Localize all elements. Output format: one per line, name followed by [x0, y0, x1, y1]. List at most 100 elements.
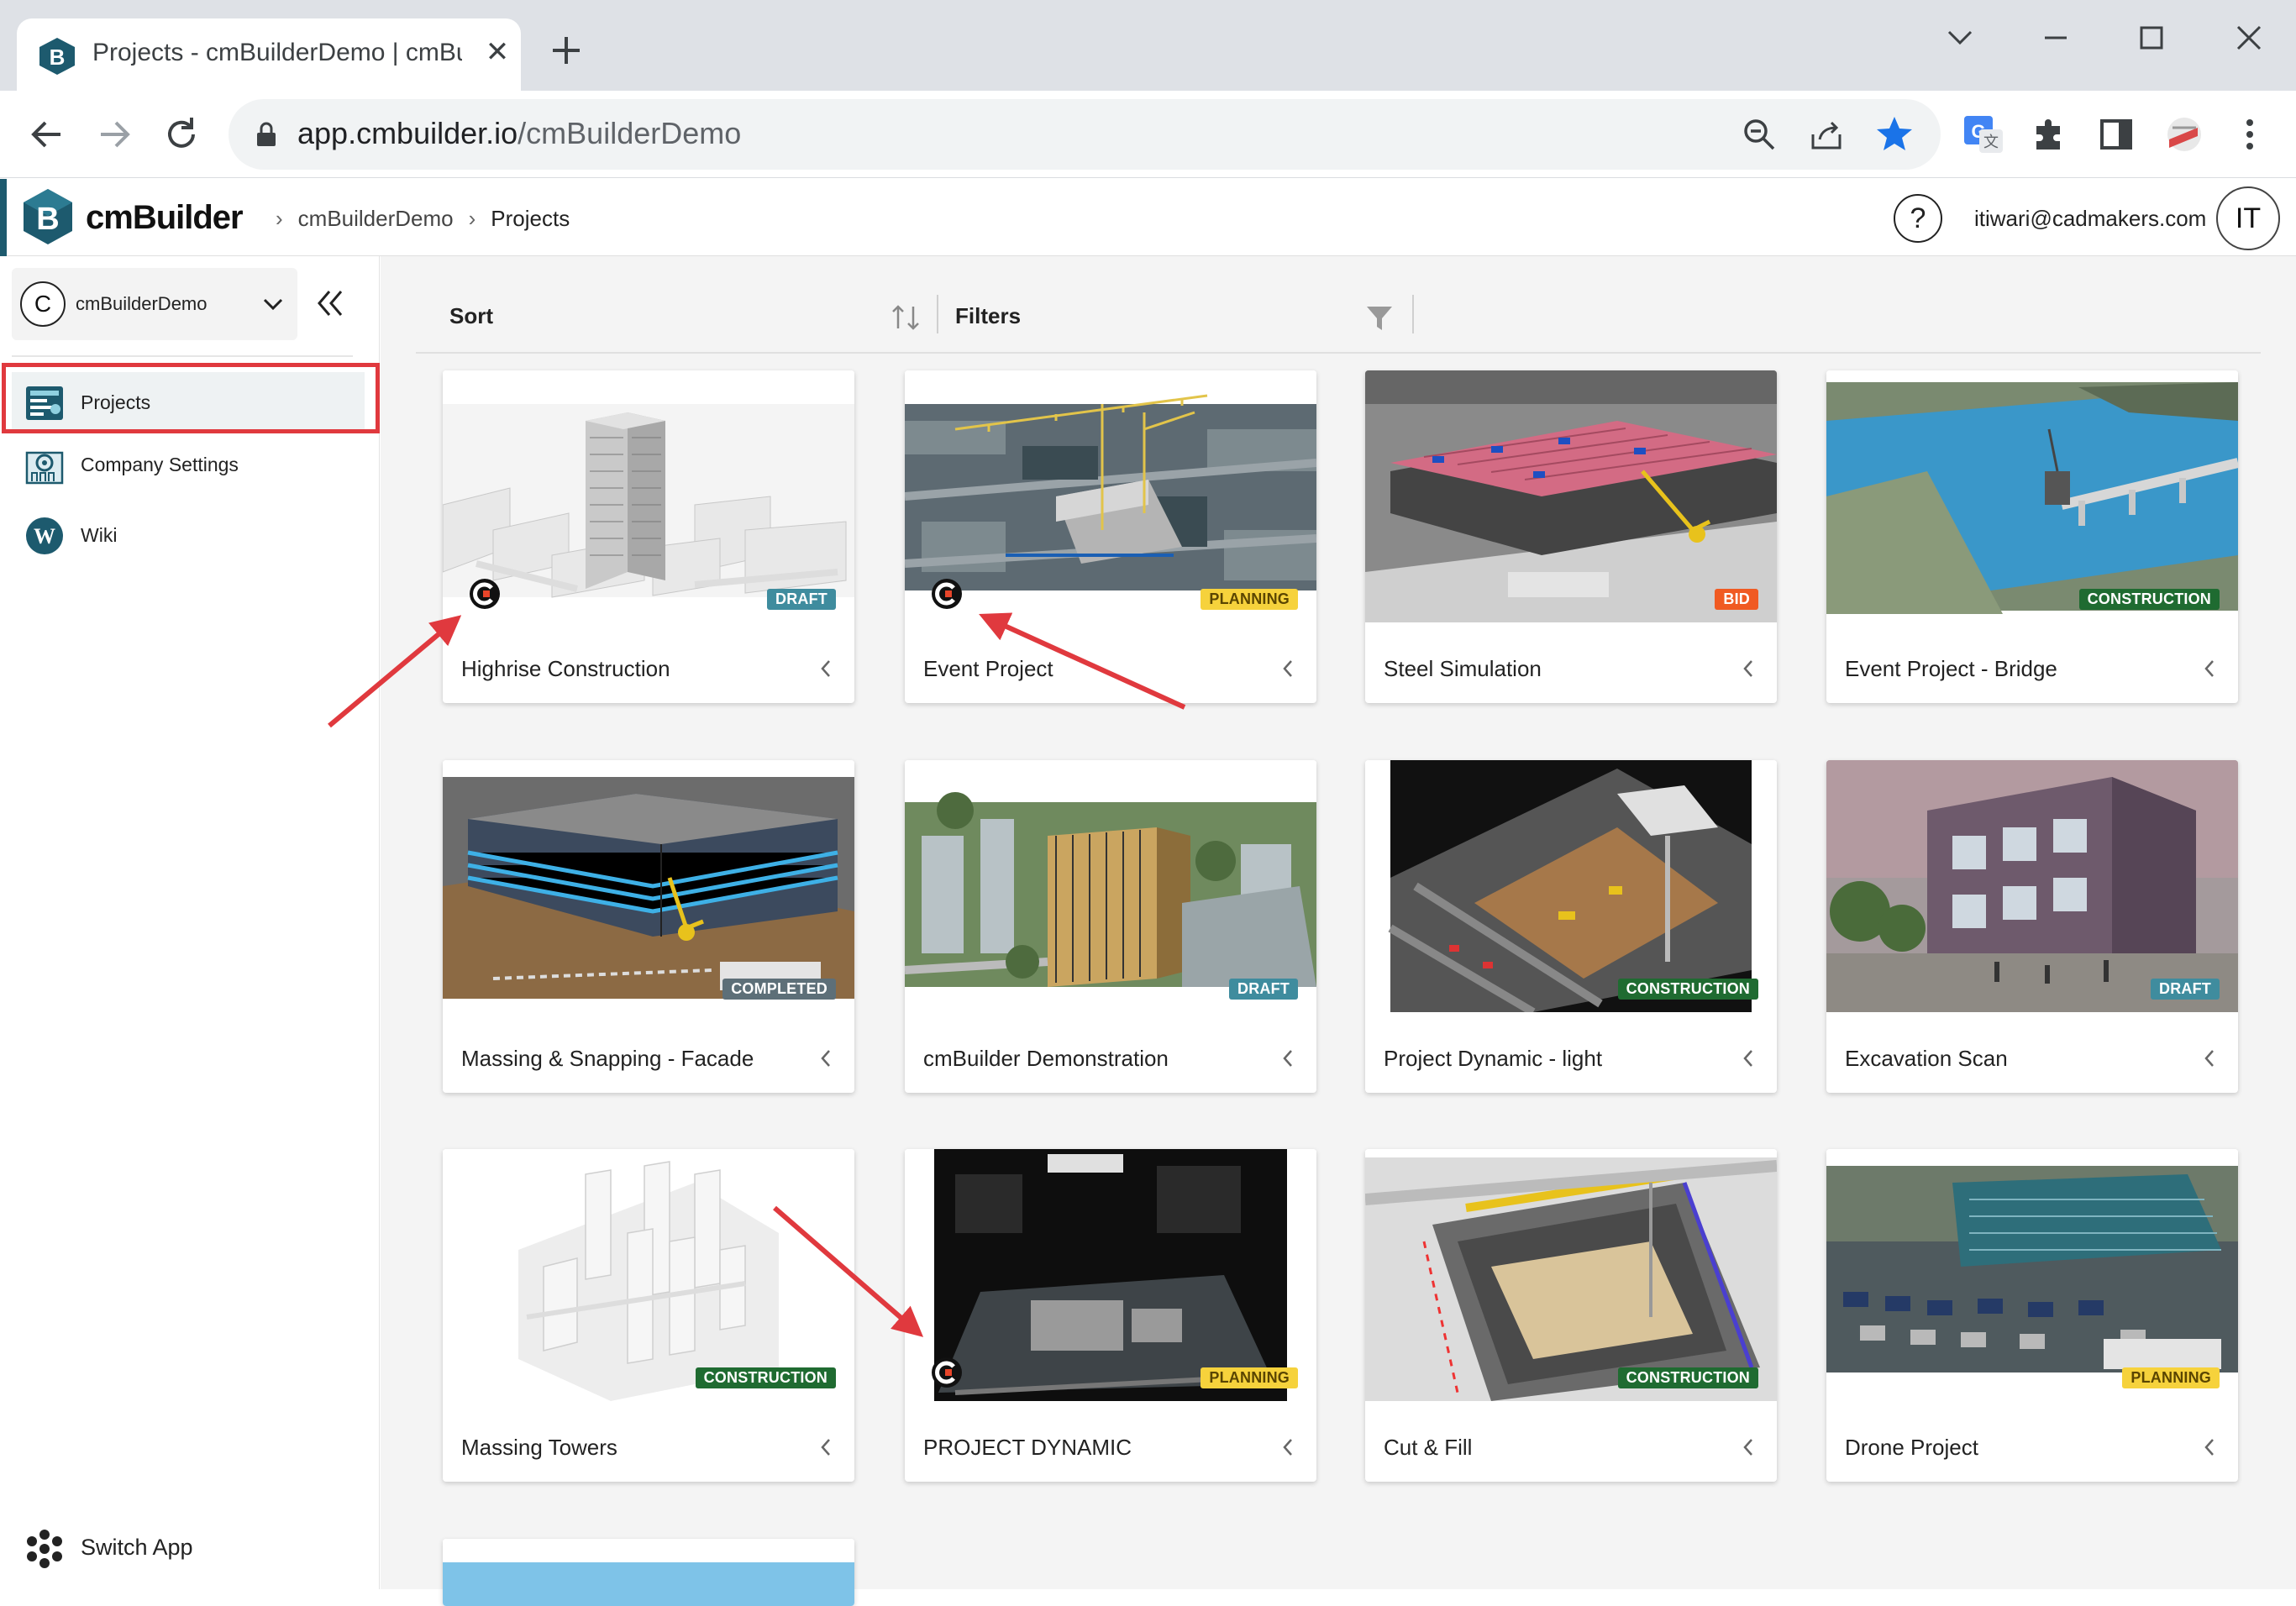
wiki-icon: W: [26, 517, 63, 554]
switch-app-label: Switch App: [81, 1535, 193, 1560]
chevron-left-icon[interactable]: [1738, 1046, 1758, 1071]
browser-menu-icon[interactable]: [2226, 111, 2273, 158]
close-window-icon[interactable]: [2226, 15, 2272, 60]
project-card[interactable]: PLANNING Event Project: [905, 370, 1316, 703]
chevron-left-icon[interactable]: [1278, 1046, 1298, 1071]
chevron-left-icon[interactable]: [816, 1046, 836, 1071]
company-settings-icon: [25, 451, 64, 485]
org-badge: C: [20, 281, 66, 327]
chevron-left-icon[interactable]: [2199, 656, 2220, 681]
project-thumbnail: [443, 370, 854, 622]
project-card[interactable]: PLANNING Drone Project: [1826, 1149, 2238, 1482]
status-badge: CONSTRUCTION: [695, 1367, 836, 1388]
address-bar[interactable]: app.cmbuilder.io/cmBuilderDemo: [229, 99, 1941, 170]
status-badge: PLANNING: [2122, 1367, 2220, 1388]
status-badge: DRAFT: [1229, 979, 1298, 1000]
project-card[interactable]: DRAFT cmBuilder Demonstration: [905, 760, 1316, 1093]
browser-tab-strip: B Projects - cmBuilderDemo | cmBu ✕: [0, 0, 2296, 91]
reload-icon[interactable]: [158, 111, 205, 158]
cm-logo-icon: [470, 579, 500, 609]
sidebar-item-company-settings[interactable]: Company Settings: [12, 434, 365, 495]
sidebar-item-label: Wiki: [81, 524, 118, 546]
breadcrumb-chevron-icon: ›: [276, 206, 283, 231]
organization-select[interactable]: C cmBuilderDemo: [12, 268, 297, 340]
status-badge: BID: [1715, 589, 1758, 610]
switch-app-icon: [27, 1530, 62, 1568]
breadcrumb-org[interactable]: cmBuilderDemo: [298, 206, 454, 232]
maximize-icon[interactable]: [2129, 15, 2174, 60]
extensions-icon[interactable]: [2026, 111, 2073, 158]
sidebar-item-label: Company Settings: [81, 454, 239, 475]
project-thumbnail: [1826, 760, 2238, 1012]
minimize-icon[interactable]: [2033, 15, 2078, 60]
divider: [1412, 295, 1414, 333]
chevron-left-icon[interactable]: [1278, 656, 1298, 681]
breadcrumb-current: Projects: [491, 206, 570, 231]
switch-app-button[interactable]: Switch App: [24, 1523, 276, 1573]
project-thumbnail: [905, 760, 1316, 1012]
tab-title: Projects - cmBuilderDemo | cmBu: [92, 39, 462, 66]
logo-text[interactable]: cmBuilder: [86, 199, 244, 237]
profile-extension-icon[interactable]: [2161, 111, 2208, 158]
filter-funnel-icon[interactable]: [1365, 305, 1394, 332]
status-badge: DRAFT: [2151, 979, 2220, 1000]
zoom-out-icon[interactable]: [1741, 116, 1778, 153]
close-tab-icon[interactable]: ✕: [481, 35, 514, 69]
svg-text:W: W: [34, 524, 55, 548]
project-thumbnail: [1365, 1149, 1777, 1401]
project-name: Steel Simulation: [1384, 656, 1542, 681]
share-icon[interactable]: [1808, 116, 1845, 153]
project-card[interactable]: CONSTRUCTION Event Project - Bridge: [1826, 370, 2238, 703]
project-name: Massing Towers: [461, 1435, 617, 1460]
chevron-left-icon[interactable]: [1738, 1435, 1758, 1460]
chevron-left-icon[interactable]: [816, 1435, 836, 1460]
status-badge: CONSTRUCTION: [1617, 1367, 1758, 1388]
sidebar-item-label: Projects: [81, 391, 151, 413]
status-badge: PLANNING: [1201, 1367, 1298, 1388]
sort-label[interactable]: Sort: [449, 303, 493, 329]
project-card[interactable]: [443, 1539, 854, 1606]
project-name: Cut & Fill: [1384, 1435, 1473, 1460]
filters-label[interactable]: Filters: [955, 303, 1021, 329]
project-card[interactable]: CONSTRUCTION Massing Towers: [443, 1149, 854, 1482]
sidebar-item-projects[interactable]: Projects: [12, 372, 365, 433]
browser-tab[interactable]: B Projects - cmBuilderDemo | cmBu ✕: [17, 18, 521, 91]
project-card[interactable]: COMPLETED Massing & Snapping - Facade: [443, 760, 854, 1093]
google-translate-icon[interactable]: G 文: [1959, 111, 2006, 158]
project-thumbnail: [443, 1149, 854, 1401]
cm-logo-icon: [932, 1357, 962, 1388]
status-badge: COMPLETED: [722, 979, 836, 1000]
user-avatar[interactable]: IT: [2216, 186, 2280, 250]
chevron-left-icon[interactable]: [2199, 1046, 2220, 1071]
sort-icon[interactable]: [890, 303, 922, 332]
tab-search-chevron-icon[interactable]: [1937, 15, 1983, 60]
bookmark-star-icon[interactable]: [1875, 114, 1914, 153]
cmbuilder-logo-icon[interactable]: B: [22, 187, 74, 246]
new-tab-icon[interactable]: [546, 30, 586, 71]
chevron-left-icon[interactable]: [816, 656, 836, 681]
help-button[interactable]: ?: [1894, 194, 1942, 243]
chevron-left-icon[interactable]: [1278, 1435, 1298, 1460]
sidebar: C cmBuilderDemo Projects Company Setting…: [0, 256, 380, 1589]
project-name: Drone Project: [1845, 1435, 1978, 1460]
forward-icon[interactable]: [91, 111, 138, 158]
sidebar-item-wiki[interactable]: W Wiki: [12, 505, 365, 565]
svg-text:文: 文: [1983, 134, 1999, 151]
project-card[interactable]: CONSTRUCTION Cut & Fill: [1365, 1149, 1777, 1482]
back-icon[interactable]: [24, 111, 71, 158]
sidebar-divider: [12, 355, 353, 357]
browser-toolbar: app.cmbuilder.io/cmBuilderDemo G 文: [0, 91, 2296, 178]
status-badge: DRAFT: [767, 589, 836, 610]
chevron-left-icon[interactable]: [1738, 656, 1758, 681]
side-panel-icon[interactable]: [2094, 111, 2141, 158]
projects-icon: [26, 386, 63, 420]
project-card[interactable]: DRAFT Excavation Scan: [1826, 760, 2238, 1093]
project-card[interactable]: PLANNING PROJECT DYNAMIC: [905, 1149, 1316, 1482]
chevron-left-icon[interactable]: [2199, 1435, 2220, 1460]
project-thumbnail: [1365, 760, 1777, 1012]
collapse-sidebar-icon[interactable]: [313, 286, 349, 320]
svg-text:B: B: [36, 202, 59, 237]
project-card[interactable]: DRAFT Highrise Construction: [443, 370, 854, 703]
project-card[interactable]: BID Steel Simulation: [1365, 370, 1777, 703]
project-card[interactable]: CONSTRUCTION Project Dynamic - light: [1365, 760, 1777, 1093]
